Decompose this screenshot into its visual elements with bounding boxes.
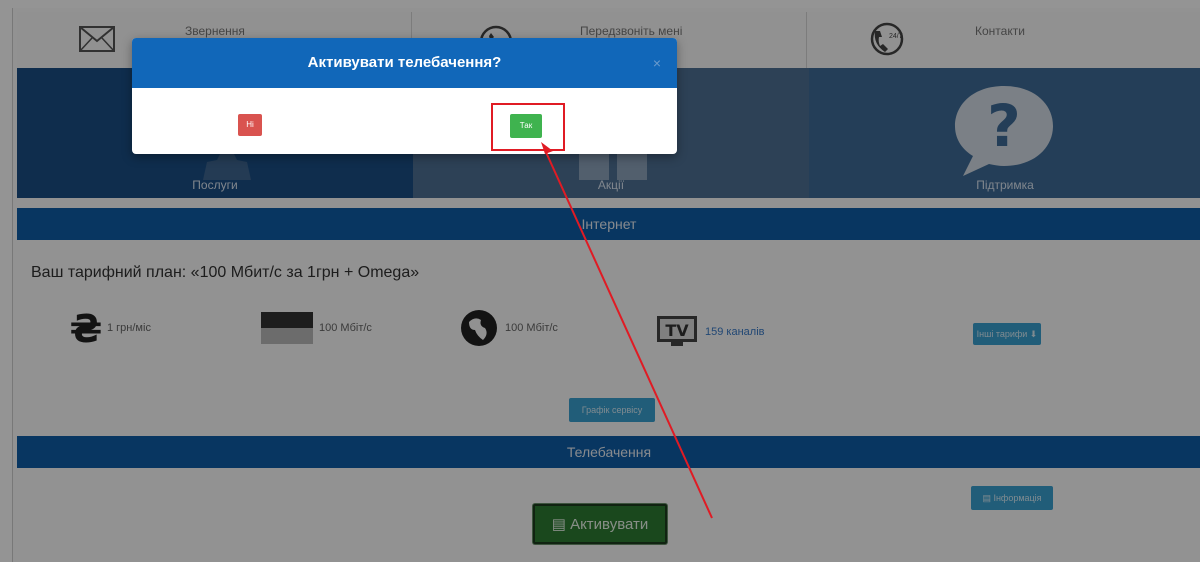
close-icon[interactable]: × (653, 38, 661, 88)
dialog-title: Активувати телебачення? (307, 54, 502, 71)
no-button[interactable]: Ні (238, 114, 262, 136)
dialog-header: Активувати телебачення? × (132, 38, 677, 88)
yes-button-highlight-box (491, 103, 565, 151)
activate-tv-dialog: Активувати телебачення? × Ні Так (132, 38, 677, 154)
